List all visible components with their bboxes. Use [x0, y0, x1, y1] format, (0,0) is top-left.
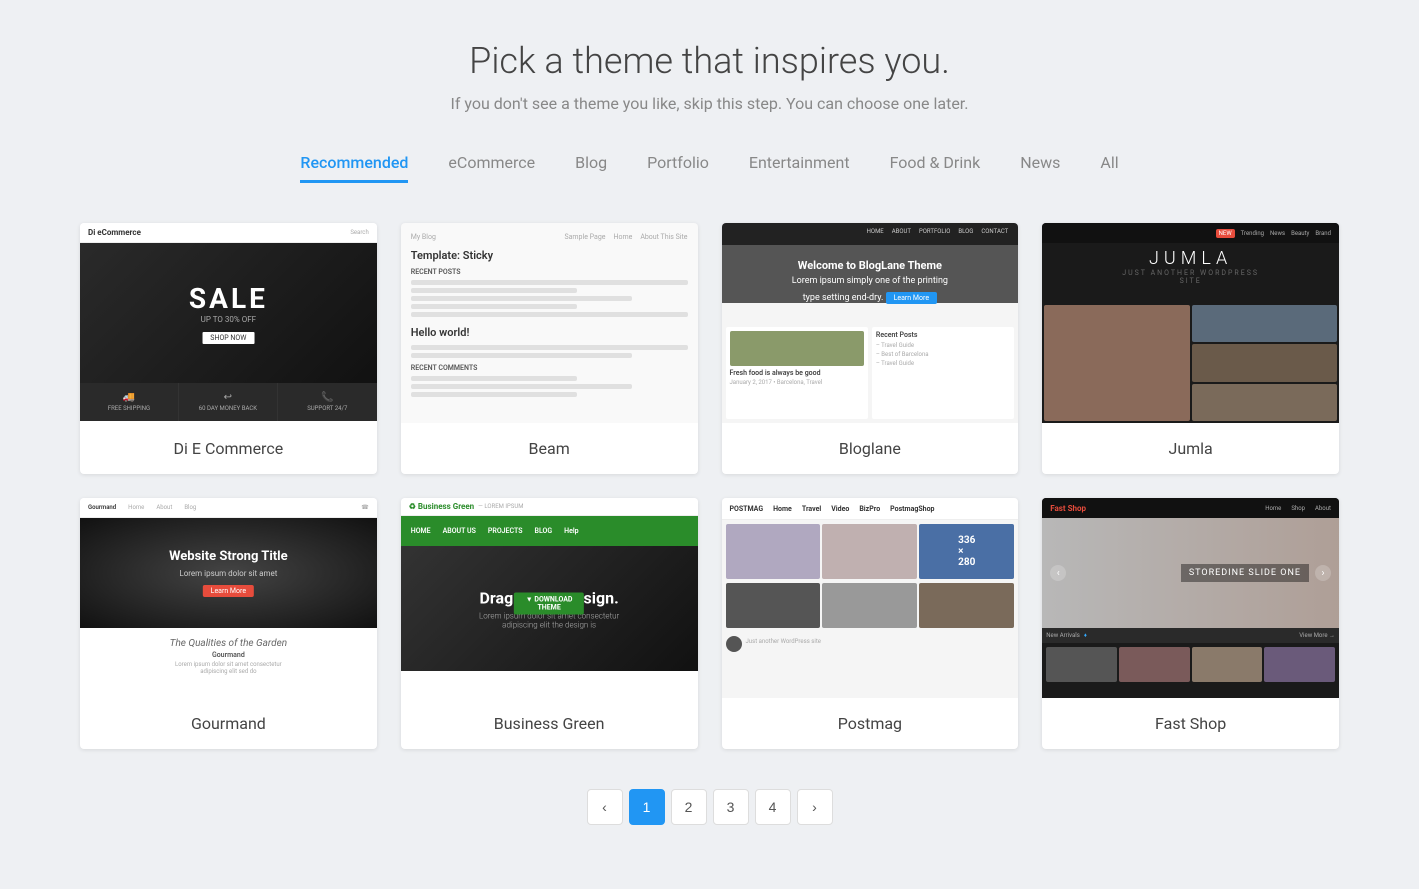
pagination: ‹ 1 2 3 4 › [80, 789, 1339, 825]
pagination-page-3[interactable]: 3 [713, 789, 749, 825]
tab-recommended[interactable]: Recommended [300, 153, 408, 183]
theme-card-postmag[interactable]: POSTMAG Home Travel Video BizPro Postmag… [722, 498, 1019, 749]
theme-card-jumla[interactable]: NEW Trending News Beauty Brand JUMLA JUS… [1042, 223, 1339, 474]
theme-name-di-ecommerce: Di E Commerce [80, 423, 377, 474]
page-wrapper: Pick a theme that inspires you. If you d… [0, 0, 1419, 885]
theme-preview-jumla: NEW Trending News Beauty Brand JUMLA JUS… [1042, 223, 1339, 423]
theme-card-bloglane[interactable]: HOME ABOUT PORTFOLIO BLOG CONTACT Welcom… [722, 223, 1019, 474]
category-tabs: Recommended eCommerce Blog Portfolio Ent… [80, 153, 1339, 183]
theme-name-bloglane: Bloglane [722, 423, 1019, 474]
theme-card-business-green[interactable]: ♻ Business Green — LOREM IPSUM HOME ABOU… [401, 498, 698, 749]
tab-ecommerce[interactable]: eCommerce [448, 153, 535, 183]
tab-news[interactable]: News [1020, 153, 1060, 183]
tab-portfolio[interactable]: Portfolio [647, 153, 709, 183]
pagination-next[interactable]: › [797, 789, 833, 825]
pagination-page-2[interactable]: 2 [671, 789, 707, 825]
theme-card-beam[interactable]: My Blog Sample Page Home About This Site… [401, 223, 698, 474]
pagination-page-1[interactable]: 1 [629, 789, 665, 825]
theme-card-gourmand[interactable]: Gourmand Home About Blog ☎ Website Stron… [80, 498, 377, 749]
theme-card-di-ecommerce[interactable]: Di eCommerce Search SALE UP TO 30% OFF S… [80, 223, 377, 474]
pagination-page-4[interactable]: 4 [755, 789, 791, 825]
theme-name-business-green: Business Green [401, 698, 698, 749]
page-title: Pick a theme that inspires you. [80, 40, 1339, 82]
theme-preview-beam: My Blog Sample Page Home About This Site… [401, 223, 698, 423]
tab-blog[interactable]: Blog [575, 153, 607, 183]
theme-name-gourmand: Gourmand [80, 698, 377, 749]
theme-preview-gourmand: Gourmand Home About Blog ☎ Website Stron… [80, 498, 377, 698]
theme-card-fast-shop[interactable]: Fast Shop Home Shop About STOREDINE SLID… [1042, 498, 1339, 749]
themes-grid: Di eCommerce Search SALE UP TO 30% OFF S… [80, 223, 1339, 749]
tab-food-drink[interactable]: Food & Drink [890, 153, 981, 183]
theme-name-jumla: Jumla [1042, 423, 1339, 474]
pagination-prev[interactable]: ‹ [587, 789, 623, 825]
theme-preview-business-green: ♻ Business Green — LOREM IPSUM HOME ABOU… [401, 498, 698, 698]
theme-name-postmag: Postmag [722, 698, 1019, 749]
tab-entertainment[interactable]: Entertainment [749, 153, 850, 183]
tab-all[interactable]: All [1100, 153, 1118, 183]
page-subtitle: If you don't see a theme you like, skip … [80, 94, 1339, 113]
theme-preview-fast-shop: Fast Shop Home Shop About STOREDINE SLID… [1042, 498, 1339, 698]
page-header: Pick a theme that inspires you. If you d… [80, 40, 1339, 113]
theme-preview-di-ecommerce: Di eCommerce Search SALE UP TO 30% OFF S… [80, 223, 377, 423]
theme-name-fast-shop: Fast Shop [1042, 698, 1339, 749]
theme-name-beam: Beam [401, 423, 698, 474]
theme-preview-bloglane: HOME ABOUT PORTFOLIO BLOG CONTACT Welcom… [722, 223, 1019, 423]
theme-preview-postmag: POSTMAG Home Travel Video BizPro Postmag… [722, 498, 1019, 698]
